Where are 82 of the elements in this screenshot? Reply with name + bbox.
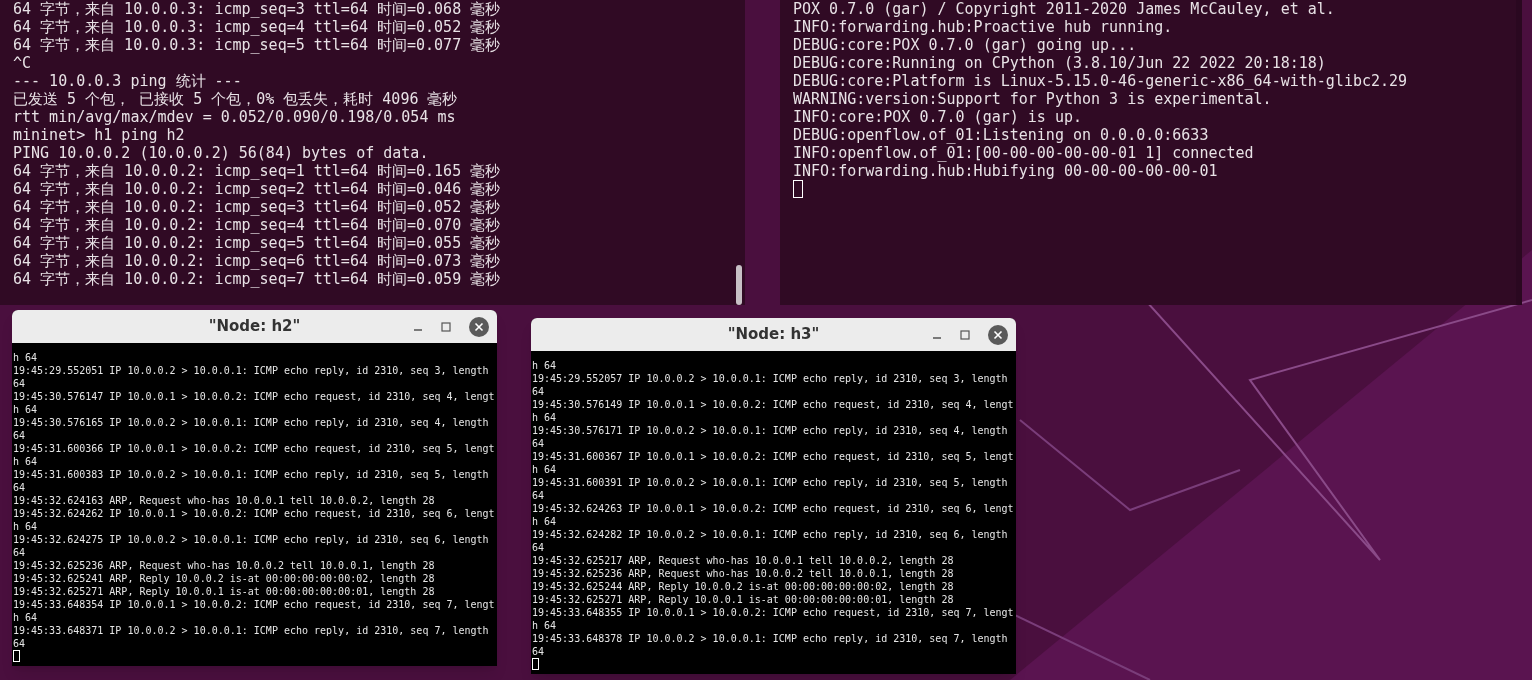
terminal-line: h 64 xyxy=(532,619,558,632)
terminal-line: 64 字节，来自 10.0.0.3: icmp_seq=4 ttl=64 时间=0.052 毫秒 xyxy=(13,18,502,36)
terminal-line: 19:45:33.648371 IP 10.0.0.2 > 10.0.0.1: ICMP echo reply, id 2310, seq 7, length xyxy=(13,624,490,637)
terminal-line: h 64 xyxy=(532,515,558,528)
terminal-line: 19:45:30.576147 IP 10.0.0.1 > 10.0.0.2: ICMP echo request, id 2310, seq 4, lengt xyxy=(13,390,496,403)
terminal-line: h 64 xyxy=(532,359,558,372)
terminal-line: 19:45:31.600391 IP 10.0.0.2 > 10.0.0.1: ICMP echo reply, id 2310, seq 5, length xyxy=(532,476,1009,489)
terminal-line: 64 xyxy=(532,489,546,502)
terminal-line: 19:45:32.624262 IP 10.0.0.1 > 10.0.0.2: ICMP echo request, id 2310, seq 6, lengt xyxy=(13,507,496,520)
terminal-line: INFO:openflow.of_01:[00-00-00-00-00-01 1] connected xyxy=(793,144,1255,162)
terminal-line: DEBUG:core:Running on CPython (3.8.10/Jun 22 2022 20:18:18) xyxy=(793,54,1327,72)
maximize-icon[interactable] xyxy=(960,329,970,340)
terminal-line: 64 xyxy=(13,546,27,559)
terminal-line: 64 字节，来自 10.0.0.3: icmp_seq=3 ttl=64 时间=0.068 毫秒 xyxy=(13,0,502,18)
cursor-icon xyxy=(532,658,539,670)
terminal-line: h 64 xyxy=(532,463,558,476)
terminal-line: DEBUG:core:Platform is Linux-5.15.0-46-generic-x86_64-with-glibc2.29 xyxy=(793,72,1409,90)
terminal-line: 19:45:31.600367 IP 10.0.0.1 > 10.0.0.2: ICMP echo request, id 2310, seq 5, lengt xyxy=(532,450,1015,463)
terminal-line: INFO:forwarding.hub:Hubifying 00-00-00-00-00-01 xyxy=(793,162,1219,180)
terminal-line: 19:45:32.625271 ARP, Reply 10.0.0.1 is-at 00:00:00:00:00:01, length 28 xyxy=(13,585,436,598)
terminal-line: 19:45:32.624282 IP 10.0.0.2 > 10.0.0.1: ICMP echo reply, id 2310, seq 6, length xyxy=(532,528,1009,541)
terminal-line: 19:45:33.648354 IP 10.0.0.1 > 10.0.0.2: ICMP echo request, id 2310, seq 7, lengt xyxy=(13,598,496,611)
terminal-line: h 64 xyxy=(13,455,39,468)
terminal-line: 64 xyxy=(532,541,546,554)
terminal-line: 64 xyxy=(13,429,27,442)
terminal-line: 64 字节，来自 10.0.0.2: icmp_seq=3 ttl=64 时间=0.052 毫秒 xyxy=(13,198,502,216)
terminal-line: 19:45:30.576149 IP 10.0.0.1 > 10.0.0.2: ICMP echo request, id 2310, seq 4, lengt xyxy=(532,398,1015,411)
terminal-line: 19:45:32.624275 IP 10.0.0.2 > 10.0.0.1: ICMP echo reply, id 2310, seq 6, length xyxy=(13,533,490,546)
terminal-line: h 64 xyxy=(13,611,39,624)
terminal-line: 19:45:32.624163 ARP, Request who-has 10.0.0.1 tell 10.0.0.2, length 28 xyxy=(13,494,436,507)
terminal-line: 19:45:30.576165 IP 10.0.0.2 > 10.0.0.1: ICMP echo reply, id 2310, seq 4, length xyxy=(13,416,490,429)
terminal-line: 19:45:31.600366 IP 10.0.0.1 > 10.0.0.2: ICMP echo request, id 2310, seq 5, lengt xyxy=(13,442,496,455)
terminal-line: 19:45:32.625241 ARP, Reply 10.0.0.2 is-at 00:00:00:00:00:02, length 28 xyxy=(13,572,436,585)
terminal-line: WARNING:version:Support for Python 3 is experimental. xyxy=(793,90,1273,108)
terminal-line: 19:45:32.625271 ARP, Reply 10.0.0.1 is-at 00:00:00:00:00:01, length 28 xyxy=(532,593,955,606)
close-icon[interactable] xyxy=(988,324,1008,345)
terminal-line: 64 字节，来自 10.0.0.2: icmp_seq=6 ttl=64 时间=0.073 毫秒 xyxy=(13,252,502,270)
terminal-line: h 64 xyxy=(13,403,39,416)
cursor-icon xyxy=(13,650,20,662)
terminal-line: 19:45:31.600383 IP 10.0.0.2 > 10.0.0.1: ICMP echo reply, id 2310, seq 5, length xyxy=(13,468,490,481)
window-title: "Node: h3" xyxy=(727,324,820,346)
terminal-line: 19:45:32.625244 ARP, Reply 10.0.0.2 is-at 00:00:00:00:00:02, length 28 xyxy=(532,580,955,593)
terminal-line: h 64 xyxy=(13,520,39,533)
terminal-line: 64 xyxy=(532,437,546,450)
close-icon[interactable] xyxy=(469,316,489,337)
terminal-line: ^C xyxy=(13,54,33,72)
terminal-line: 64 字节，来自 10.0.0.2: icmp_seq=1 ttl=64 时间=0.165 毫秒 xyxy=(13,162,502,180)
cursor-icon xyxy=(793,180,803,198)
terminal-line: 64 字节，来自 10.0.0.2: icmp_seq=7 ttl=64 时间=0.059 毫秒 xyxy=(13,270,502,288)
terminal-line: 19:45:32.625236 ARP, Request who-has 10.0.0.2 tell 10.0.0.1, length 28 xyxy=(532,567,955,580)
terminal-line: POX 0.7.0 (gar) / Copyright 2011-2020 James McCauley, et al. xyxy=(793,0,1336,18)
terminal-line: 64 xyxy=(13,377,27,390)
window-title: "Node: h2" xyxy=(208,316,301,338)
terminal-line: PING 10.0.0.2 (10.0.0.2) 56(84) bytes of data. xyxy=(13,144,430,162)
terminal-line: h 64 xyxy=(532,411,558,424)
terminal-line: 64 字节，来自 10.0.0.3: icmp_seq=5 ttl=64 时间=0.077 毫秒 xyxy=(13,36,502,54)
terminal-line: 19:45:33.648355 IP 10.0.0.1 > 10.0.0.2: ICMP echo request, id 2310, seq 7, lengt xyxy=(532,606,1015,619)
terminal-line: 19:45:32.624263 IP 10.0.0.1 > 10.0.0.2: ICMP echo request, id 2310, seq 6, lengt xyxy=(532,502,1015,515)
terminal-line: 19:45:29.552051 IP 10.0.0.2 > 10.0.0.1: ICMP echo reply, id 2310, seq 3, length xyxy=(13,364,490,377)
terminal-line: 64 xyxy=(13,481,27,494)
terminal-line: INFO:core:POX 0.7.0 (gar) is up. xyxy=(793,108,1083,126)
terminal-line: 64 xyxy=(532,645,546,658)
terminal-line: 19:45:30.576171 IP 10.0.0.2 > 10.0.0.1: ICMP echo reply, id 2310, seq 4, length xyxy=(532,424,1009,437)
terminal-line: 64 字节，来自 10.0.0.2: icmp_seq=2 ttl=64 时间=0.046 毫秒 xyxy=(13,180,502,198)
terminal-line: --- 10.0.0.3 ping 统计 --- xyxy=(13,72,243,90)
terminal-line: 64 字节，来自 10.0.0.2: icmp_seq=4 ttl=64 时间=0.070 毫秒 xyxy=(13,216,502,234)
terminal-line: DEBUG:openflow.of_01:Listening on 0.0.0.0:6633 xyxy=(793,126,1210,144)
scrollbar-thumb[interactable] xyxy=(736,265,742,305)
terminal-line: rtt min/avg/max/mdev = 0.052/0.090/0.198/0.054 ms xyxy=(13,108,457,126)
terminal-line: 已发送 5 个包， 已接收 5 个包，0% 包丢失，耗时 4096 毫秒 xyxy=(13,90,459,108)
terminal-line: 64 xyxy=(13,637,27,650)
terminal-line: DEBUG:core:POX 0.7.0 (gar) going up... xyxy=(793,36,1138,54)
terminal-line: h 64 xyxy=(13,351,39,364)
terminal-line: 64 xyxy=(532,385,546,398)
maximize-icon[interactable] xyxy=(441,321,451,332)
terminal-line: 19:45:32.625236 ARP, Request who-has 10.0.0.2 tell 10.0.0.1, length 28 xyxy=(13,559,436,572)
terminal-line: 19:45:32.625217 ARP, Request who-has 10.0.0.1 tell 10.0.0.2, length 28 xyxy=(532,554,955,567)
terminal-line: 19:45:29.552057 IP 10.0.0.2 > 10.0.0.1: ICMP echo reply, id 2310, seq 3, length xyxy=(532,372,1009,385)
terminal-line: 19:45:33.648378 IP 10.0.0.2 > 10.0.0.1: ICMP echo reply, id 2310, seq 7, length xyxy=(532,632,1009,645)
terminal-line: INFO:forwarding.hub:Proactive hub running. xyxy=(793,18,1174,36)
terminal-line: mininet> h1 ping h2 xyxy=(13,126,186,144)
terminal-line: 64 字节，来自 10.0.0.2: icmp_seq=5 ttl=64 时间=0.055 毫秒 xyxy=(13,234,502,252)
